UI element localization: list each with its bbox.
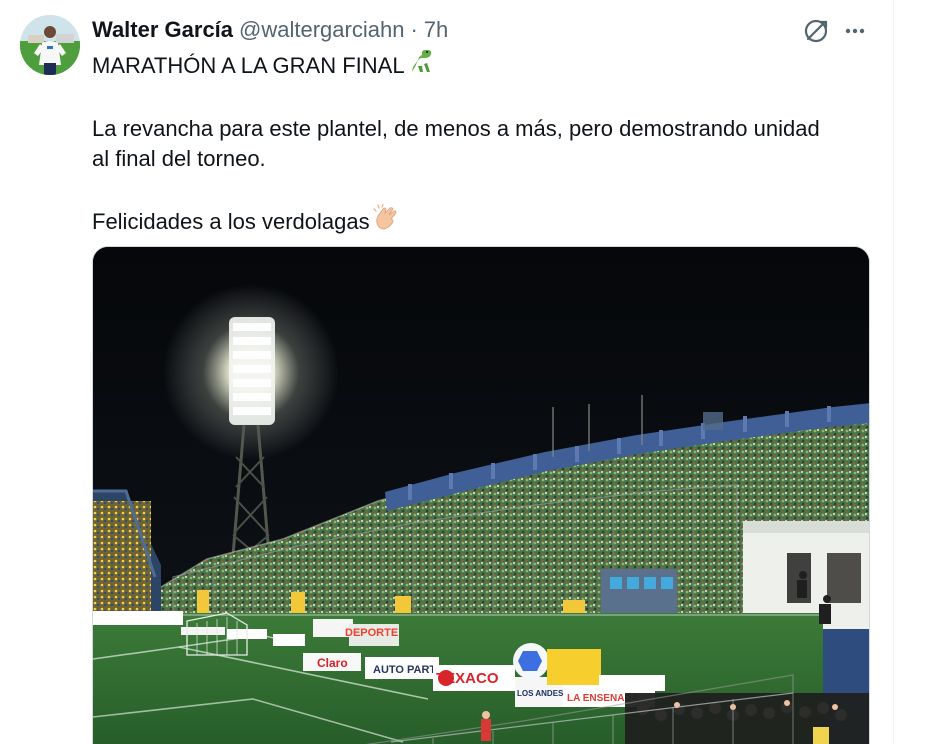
avatar-photo [20, 15, 80, 75]
svg-text:LOS ANDES: LOS ANDES [517, 689, 564, 698]
avatar[interactable] [20, 15, 80, 75]
stadium-photo[interactable]: DEPORTE Claro AUTO PARTS TEXACO LOS ANDE… [92, 246, 870, 744]
timeline-divider [893, 0, 894, 744]
tweet-line-2: La revancha para este plantel, de menos … [92, 116, 820, 141]
tweet-line-4: Felicidades a los verdolagas [92, 203, 862, 240]
svg-text:TEXACO: TEXACO [436, 670, 499, 687]
svg-text:DEPORTE: DEPORTE [345, 627, 398, 639]
tweet-card[interactable]: Walter García @waltergarciahn · 7h MARAT… [0, 0, 932, 744]
tweet-text: MARATHÓN A LA GRAN FINAL La revancha par… [92, 48, 862, 240]
grok-icon[interactable] [801, 16, 831, 46]
dinosaur-emoji [407, 48, 435, 84]
tweet-header: Walter García @waltergarciahn · 7h [92, 16, 448, 44]
author-handle[interactable]: @waltergarciahn [239, 16, 404, 44]
separator: · [410, 17, 418, 42]
svg-text:AUTO PARTS: AUTO PARTS [373, 664, 444, 676]
author-name[interactable]: Walter García [92, 16, 233, 44]
timestamp[interactable]: 7h [424, 16, 448, 44]
tweet-headline: MARATHÓN A LA GRAN FINAL [92, 53, 405, 78]
clapping-hands-emoji [372, 203, 400, 240]
tweet-congrats: Felicidades a los verdolagas [92, 209, 370, 234]
more-options-icon[interactable] [840, 16, 870, 46]
tweet-line-3: al final del torneo. [92, 146, 266, 171]
stadium-night-photo: DEPORTE Claro AUTO PARTS TEXACO LOS ANDE… [93, 247, 869, 744]
svg-text:Claro: Claro [317, 656, 348, 670]
tweet-line-1: MARATHÓN A LA GRAN FINAL [92, 48, 862, 84]
